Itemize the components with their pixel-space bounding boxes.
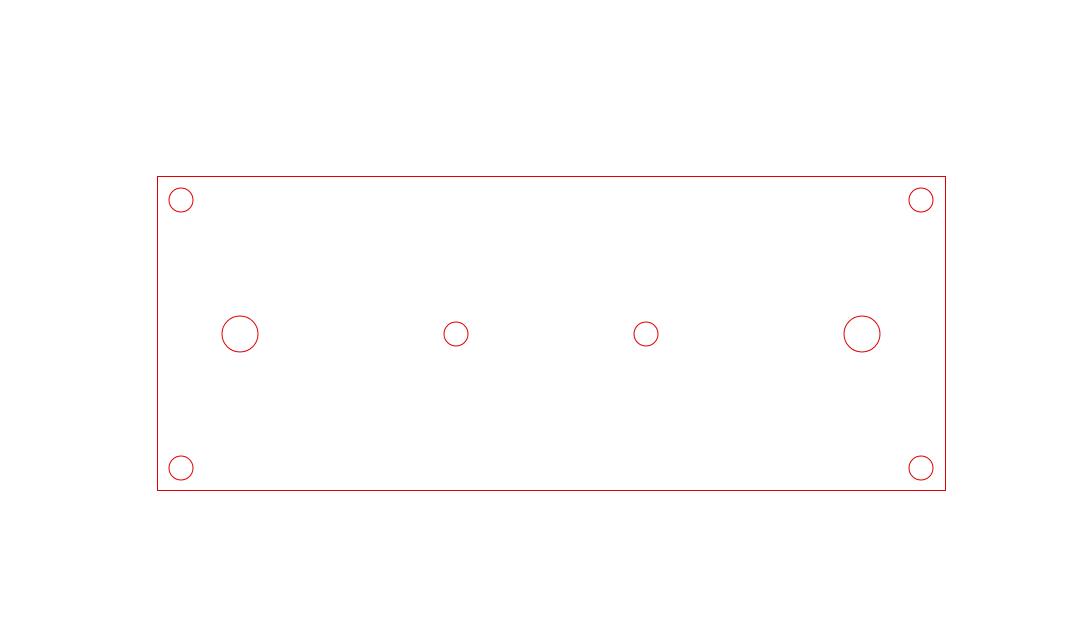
- canvas-background: [0, 0, 1078, 634]
- drawing-canvas: [0, 0, 1078, 634]
